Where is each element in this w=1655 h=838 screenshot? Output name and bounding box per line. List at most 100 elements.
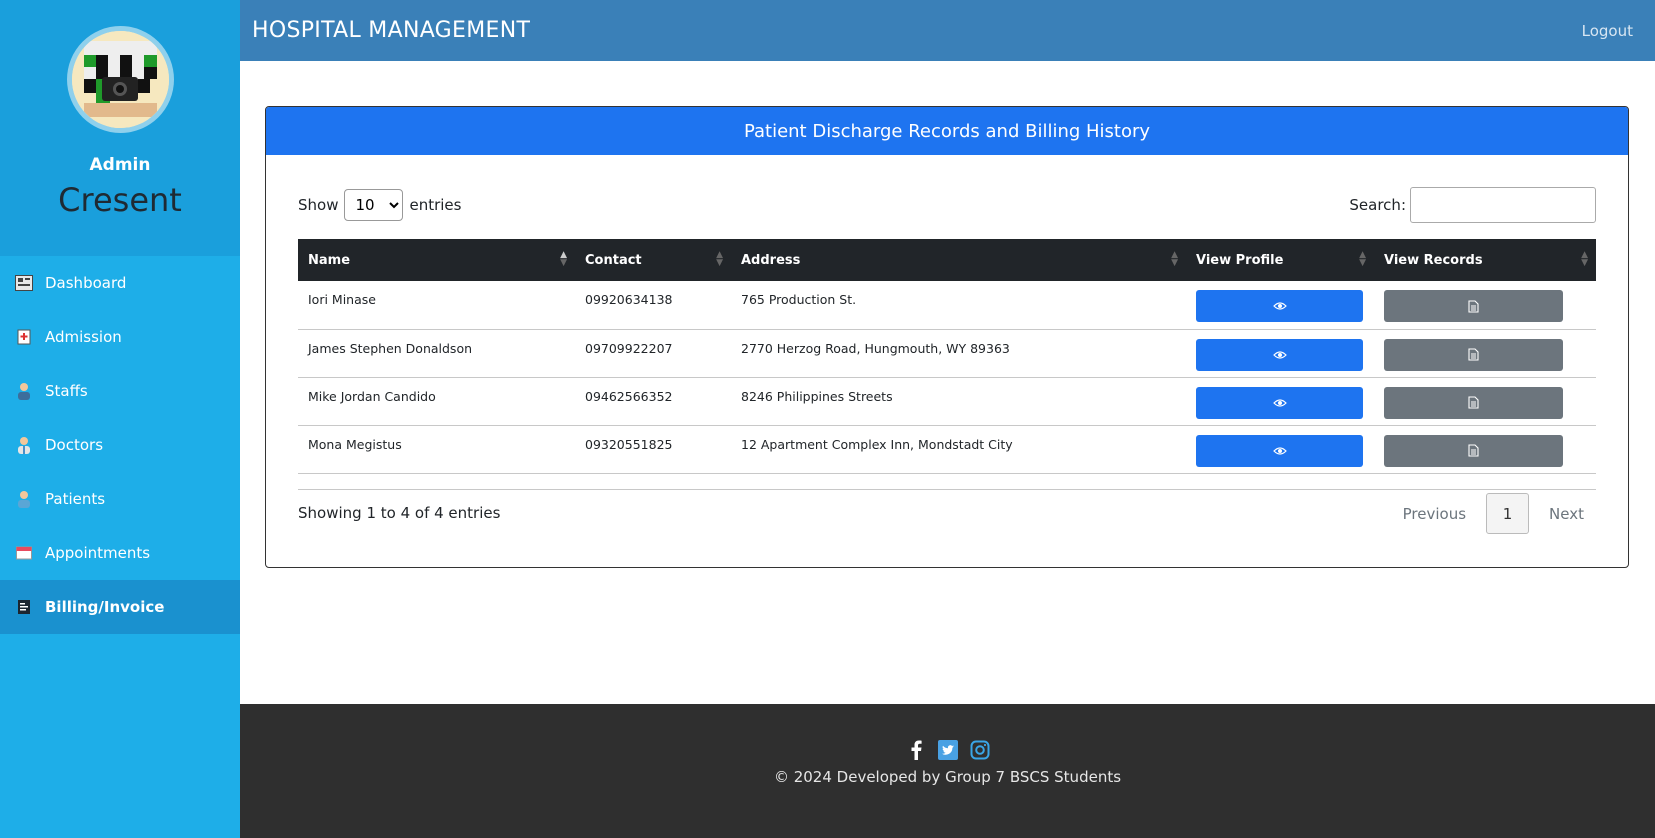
column-header-view-profile[interactable]: View Profile ▲ ▼ xyxy=(1186,239,1374,281)
cell-contact: 09320551825 xyxy=(575,425,731,474)
sort-icon: ▲ ▼ xyxy=(1171,250,1178,268)
sidebar-item-label: Doctors xyxy=(45,436,104,454)
view-records-button[interactable] xyxy=(1384,434,1563,467)
sidebar-item-label: Staffs xyxy=(45,382,88,400)
cell-view-records xyxy=(1374,425,1596,474)
sort-icon: ▲ ▼ xyxy=(1581,250,1588,268)
column-header-contact[interactable]: Contact ▲ ▼ xyxy=(575,239,731,281)
next-page-button[interactable]: Next xyxy=(1549,505,1584,523)
cell-view-profile xyxy=(1186,329,1374,378)
top-bar: HOSPITAL MANAGEMENT Logout xyxy=(240,0,1655,61)
cell-contact: 09709922207 xyxy=(575,329,731,378)
view-records-button[interactable] xyxy=(1384,338,1563,371)
footer: © 2024 Developed by Group 7 BSCS Student… xyxy=(240,704,1655,838)
show-label: Show xyxy=(298,196,339,214)
facebook-icon[interactable] xyxy=(906,740,926,760)
page-1-button[interactable]: 1 xyxy=(1486,493,1530,534)
cell-contact: 09462566352 xyxy=(575,377,731,426)
records-card: Patient Discharge Records and Billing Hi… xyxy=(265,106,1629,568)
column-header-name[interactable]: Name ▲ ▼ xyxy=(298,239,575,281)
sidebar-item-appointments[interactable]: Appointments xyxy=(0,526,240,580)
doctor-icon xyxy=(15,436,33,454)
view-profile-button[interactable] xyxy=(1196,338,1363,371)
profile-panel: Admin Cresent xyxy=(0,0,240,256)
page-size-select[interactable]: 10 xyxy=(344,189,404,221)
table-row: Mona Megistus 09320551825 12 Apartment C… xyxy=(298,425,1596,474)
calendar-icon xyxy=(15,544,33,562)
view-profile-button[interactable] xyxy=(1196,434,1363,467)
table-row: Iori Minase 09920634138 765 Production S… xyxy=(298,281,1596,330)
cell-address: 12 Apartment Complex Inn, Mondstadt City xyxy=(731,425,1186,474)
cell-address: 2770 Herzog Road, Hungmouth, WY 89363 xyxy=(731,329,1186,378)
table-divider xyxy=(298,489,1596,490)
eye-icon xyxy=(1272,446,1287,455)
view-profile-button[interactable] xyxy=(1196,386,1363,419)
sidebar-item-label: Admission xyxy=(45,328,122,346)
cell-address: 765 Production St. xyxy=(731,281,1186,330)
admission-icon xyxy=(15,328,33,346)
app-title: HOSPITAL MANAGEMENT xyxy=(252,18,531,43)
copyright-text: © 2024 Developed by Group 7 BSCS Student… xyxy=(773,768,1122,786)
instagram-icon[interactable] xyxy=(970,740,990,760)
document-icon xyxy=(1468,299,1479,313)
sort-icon: ▲ ▼ xyxy=(560,250,567,268)
sidebar-item-doctors[interactable]: Doctors xyxy=(0,418,240,472)
sidebar-item-billing-invoice[interactable]: Billing/Invoice xyxy=(0,580,240,634)
view-records-button[interactable] xyxy=(1384,386,1563,419)
column-header-view-records[interactable]: View Records ▲ ▼ xyxy=(1374,239,1596,281)
pagination: Previous 1 Next xyxy=(1403,493,1596,534)
sidebar-item-label: Patients xyxy=(45,490,106,508)
sidebar-item-label: Appointments xyxy=(45,544,151,562)
document-icon xyxy=(1468,348,1479,361)
page-length-control: Show 10 entries xyxy=(298,189,461,221)
logout-link[interactable]: Logout xyxy=(1582,22,1633,40)
document-icon xyxy=(1468,444,1479,457)
cell-name: Mona Megistus xyxy=(298,425,575,474)
profile-username: Cresent xyxy=(58,181,182,219)
sidebar-item-staffs[interactable]: Staffs xyxy=(0,364,240,418)
eye-icon xyxy=(1272,302,1287,310)
table-row: Mike Jordan Candido 09462566352 8246 Phi… xyxy=(298,377,1596,426)
cell-view-profile xyxy=(1186,425,1374,474)
table-info: Showing 1 to 4 of 4 entries xyxy=(298,504,501,522)
cell-name: Iori Minase xyxy=(298,281,575,330)
sidebar-item-admission[interactable]: Admission xyxy=(0,310,240,364)
search-input[interactable] xyxy=(1410,187,1596,223)
sort-icon: ▲ ▼ xyxy=(1359,250,1366,268)
table-header-row: Name ▲ ▼ Contact ▲ ▼ Address ▲ ▼ View Profi… xyxy=(298,239,1596,281)
eye-icon xyxy=(1272,398,1287,407)
twitter-icon[interactable] xyxy=(937,740,958,760)
sidebar: Admin Cresent Dashboard Admission Staffs… xyxy=(0,0,240,838)
sidebar-item-dashboard[interactable]: Dashboard xyxy=(0,256,240,310)
dashboard-icon xyxy=(15,274,33,292)
cell-view-profile xyxy=(1186,377,1374,426)
cell-contact: 09920634138 xyxy=(575,281,731,330)
cell-view-records xyxy=(1374,329,1596,378)
records-table: Name ▲ ▼ Contact ▲ ▼ Address ▲ ▼ View Profi… xyxy=(298,239,1596,474)
avatar-image xyxy=(71,31,169,128)
cell-view-records xyxy=(1374,377,1596,426)
cell-view-profile xyxy=(1186,281,1374,330)
column-header-address[interactable]: Address ▲ ▼ xyxy=(731,239,1186,281)
cell-address: 8246 Philippines Streets xyxy=(731,377,1186,426)
card-title: Patient Discharge Records and Billing Hi… xyxy=(266,107,1628,155)
cell-name: Mike Jordan Candido xyxy=(298,377,575,426)
sidebar-item-patients[interactable]: Patients xyxy=(0,472,240,526)
profile-role: Admin xyxy=(89,155,151,175)
previous-page-button[interactable]: Previous xyxy=(1403,505,1466,523)
search-label: Search: xyxy=(1349,196,1406,214)
document-icon xyxy=(1468,396,1479,409)
sort-icon: ▲ ▼ xyxy=(716,250,723,268)
cell-name: James Stephen Donaldson xyxy=(298,329,575,378)
view-profile-button[interactable] xyxy=(1196,290,1363,322)
eye-icon xyxy=(1272,350,1287,359)
social-links xyxy=(240,740,1655,760)
search-control: Search: xyxy=(1349,187,1596,223)
cell-view-records xyxy=(1374,281,1596,330)
staff-icon xyxy=(15,382,33,400)
view-records-button[interactable] xyxy=(1384,290,1563,322)
invoice-icon xyxy=(15,598,33,616)
patient-icon xyxy=(15,490,33,508)
entries-label: entries xyxy=(409,196,462,214)
avatar xyxy=(66,26,174,133)
